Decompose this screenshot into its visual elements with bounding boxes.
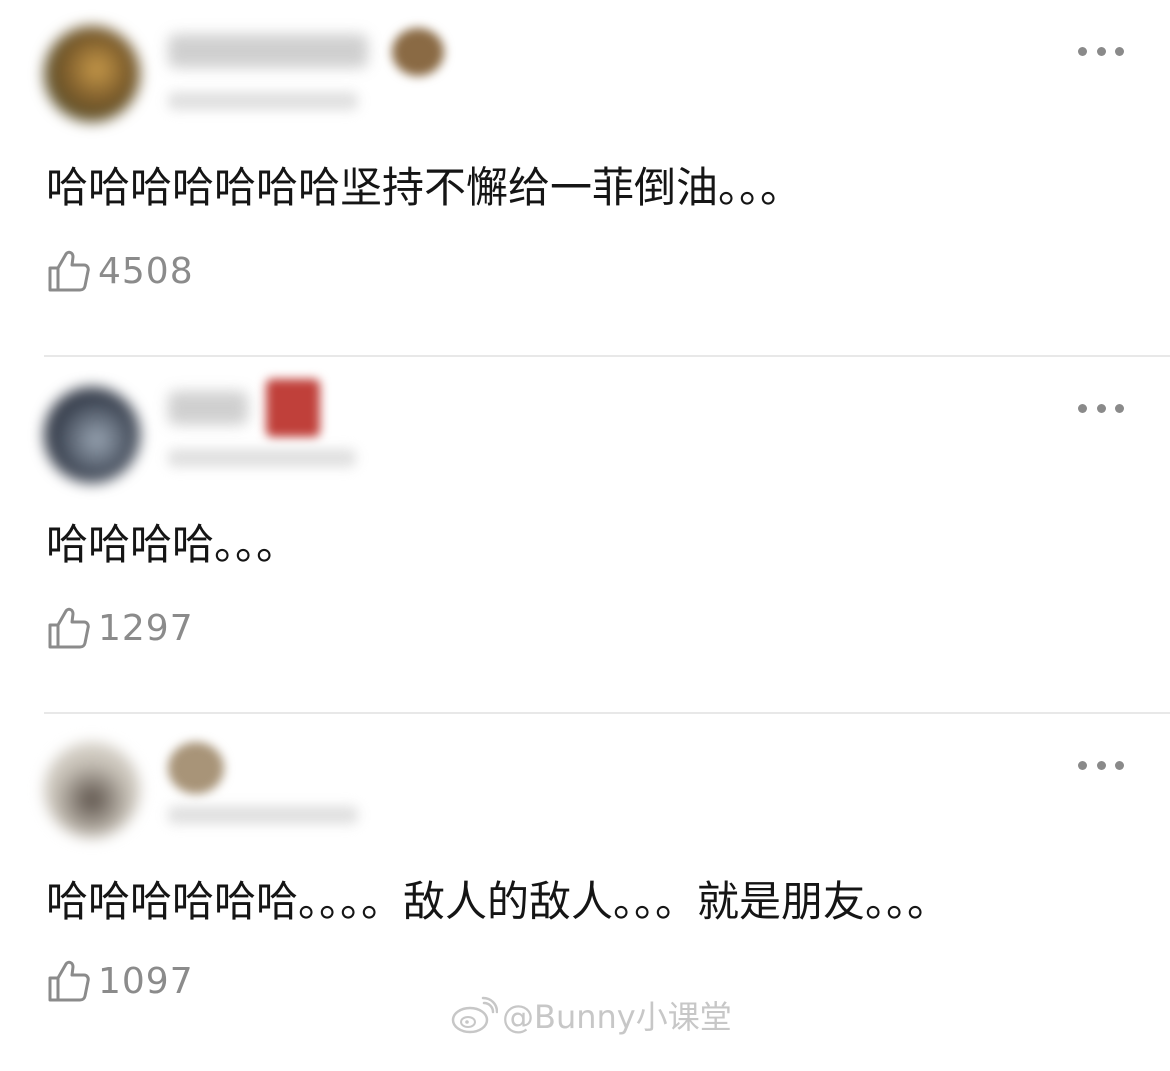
comment-item: 哈哈哈哈哈哈哈坚持不懈给一菲倒油。。。 4508 bbox=[0, 0, 1170, 357]
username-blurred[interactable] bbox=[168, 391, 248, 425]
thumbs-up-icon bbox=[48, 607, 90, 649]
more-options-icon[interactable] bbox=[1078, 44, 1124, 58]
watermark: @Bunny小课堂 bbox=[450, 992, 732, 1038]
like-button[interactable]: 1297 bbox=[46, 605, 194, 651]
like-count: 1097 bbox=[98, 960, 194, 1002]
watermark-text: @Bunny小课堂 bbox=[502, 998, 732, 1036]
more-options-icon[interactable] bbox=[1078, 401, 1124, 415]
comment-text: 哈哈哈哈。。。 bbox=[46, 520, 299, 569]
comment-meta-blurred bbox=[168, 806, 358, 824]
comment-meta-blurred bbox=[168, 92, 358, 110]
more-options-icon[interactable] bbox=[1078, 758, 1124, 772]
avatar[interactable] bbox=[44, 387, 140, 483]
comment-text: 哈哈哈哈哈哈哈坚持不懈给一菲倒油。。。 bbox=[46, 163, 803, 212]
like-count: 1297 bbox=[98, 607, 194, 649]
weibo-logo-icon bbox=[451, 996, 498, 1034]
comment-item: 哈哈哈哈。。。 1297 bbox=[0, 357, 1170, 714]
like-count: 4508 bbox=[98, 250, 194, 292]
user-badge-icon bbox=[392, 28, 444, 76]
like-button[interactable]: 1097 bbox=[46, 958, 194, 1004]
thumbs-up-icon bbox=[48, 250, 90, 292]
thumbs-up-icon bbox=[48, 960, 90, 1002]
avatar[interactable] bbox=[44, 742, 140, 838]
comment-meta-blurred bbox=[168, 449, 356, 467]
like-button[interactable]: 4508 bbox=[46, 248, 194, 294]
username-blurred[interactable] bbox=[168, 34, 368, 68]
comment-text: 哈哈哈哈哈哈。。。。敌人的敌人。。。就是朋友。。。 bbox=[46, 877, 950, 926]
user-badge-icon bbox=[266, 379, 320, 437]
user-badge-icon bbox=[168, 742, 224, 794]
avatar[interactable] bbox=[44, 26, 140, 122]
